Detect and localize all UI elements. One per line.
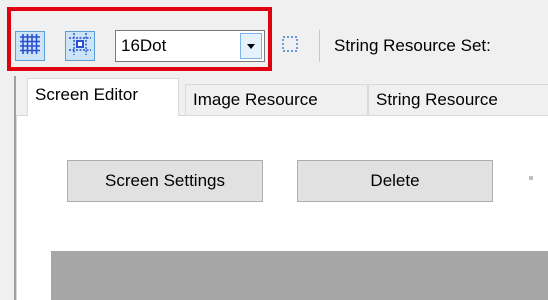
app-window: 16Dot String Resource Set: Screen Editor…: [0, 0, 548, 300]
screen-editor-panel: Screen Settings Delete: [16, 115, 548, 300]
highlight-annotation-box: [7, 7, 272, 71]
tab-label: String Resource: [376, 90, 498, 109]
tab-string-resource[interactable]: String Resource: [368, 84, 548, 115]
tab-image-resource[interactable]: Image Resource: [185, 84, 368, 115]
string-resource-set-label: String Resource Set:: [334, 36, 491, 55]
screen-canvas-area[interactable]: [51, 251, 548, 300]
dashed-selection-icon: [280, 34, 300, 59]
screen-settings-button[interactable]: Screen Settings: [67, 160, 263, 202]
delete-button[interactable]: Delete: [297, 160, 493, 202]
tab-label: Image Resource: [193, 90, 318, 109]
overflow-indicator: [529, 176, 533, 180]
tab-label: Screen Editor: [35, 85, 138, 104]
tab-screen-editor[interactable]: Screen Editor: [27, 78, 179, 116]
selection-rectangle-button[interactable]: [275, 31, 305, 61]
toolbar-separator: [319, 30, 320, 62]
toolbar: 16Dot String Resource Set:: [0, 0, 548, 76]
